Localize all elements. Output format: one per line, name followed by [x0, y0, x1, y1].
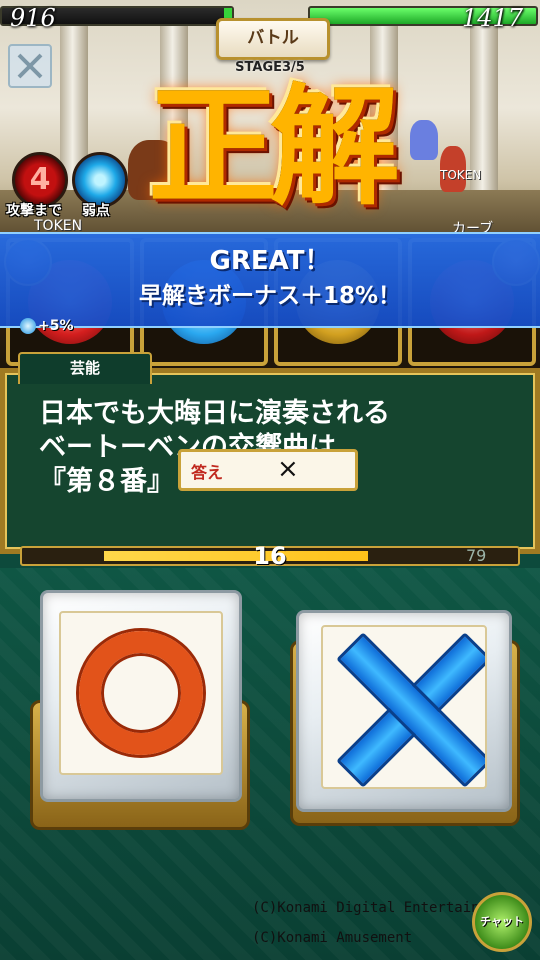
category-label: 芸能	[69, 359, 100, 377]
question-total: 79	[466, 546, 487, 565]
token-label-right: TOKEN	[440, 168, 482, 182]
answer-value: ×	[277, 454, 299, 484]
true-button-face	[59, 611, 223, 775]
timer-fill	[104, 551, 368, 561]
great-banner: GREAT！ 早解きボーナス＋18%！	[0, 232, 540, 328]
close-button[interactable]	[8, 44, 52, 88]
question-line: 『第８番』	[39, 466, 174, 497]
circle-maru-icon	[79, 631, 203, 755]
chat-button[interactable]: チャット	[472, 892, 532, 952]
false-answer-button[interactable]	[296, 610, 512, 812]
copyright-line: (C)Konami Amusement	[252, 930, 413, 946]
timer-remaining: 16	[253, 542, 287, 570]
buff-icon	[20, 318, 36, 334]
answer-label: 答え	[191, 463, 224, 482]
buff-value: +5%	[38, 318, 74, 334]
false-button-face	[321, 625, 487, 789]
category-tab: 芸能	[18, 352, 152, 384]
battle-tab[interactable]: バトル	[216, 18, 330, 60]
question-line: 日本でも大晦日に演奏される	[39, 398, 390, 429]
enemy-hp-value: 1417	[462, 4, 524, 32]
correct-result: 正解	[100, 72, 440, 222]
attack-countdown-label: 攻撃まで	[6, 203, 62, 219]
speed-bonus-text: 早解きボーナス＋18%！	[138, 283, 402, 309]
close-icon	[17, 53, 43, 79]
great-title: GREAT！	[209, 246, 331, 276]
player-hp-value: 916	[10, 4, 56, 32]
correct-result-text: 正解	[147, 70, 400, 223]
attack-countdown-value: 4	[29, 162, 51, 197]
answer-box: 答え ×	[178, 449, 358, 491]
true-answer-button[interactable]	[40, 590, 242, 802]
